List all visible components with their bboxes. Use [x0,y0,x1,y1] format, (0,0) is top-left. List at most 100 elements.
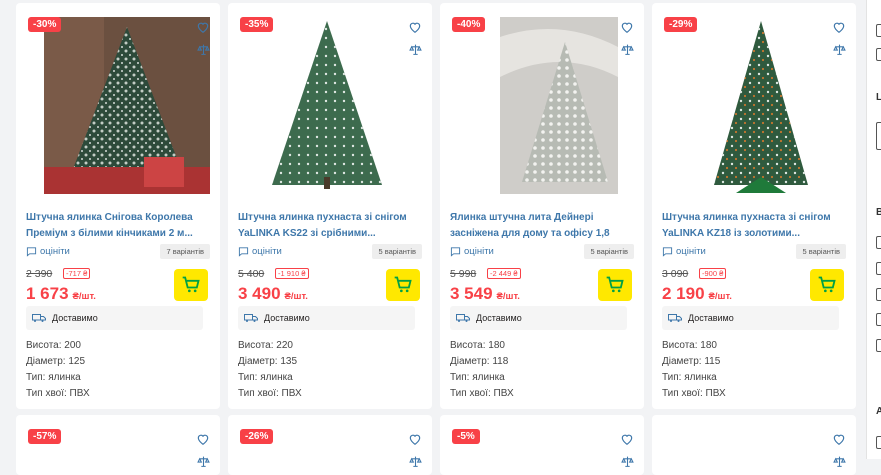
product-title-link[interactable]: Ялинка штучна лита Дейнері засніжена для… [450,210,625,242]
product-image[interactable] [242,17,412,194]
rate-link[interactable]: оцініти [450,246,494,257]
filter-section-title: A [876,406,881,417]
add-to-cart-button[interactable] [810,269,844,301]
discount-badge: -29% [664,17,698,32]
product-card[interactable]: -29% Штучна ялинка пухнаста зі снігом Ya… [652,3,856,409]
delivery-label: Доставимо [688,313,734,323]
product-card[interactable]: -35% Штучна ялинка пухнаста зі снігом Ya… [228,3,432,409]
rate-label: оцініти [464,246,494,257]
product-title-link[interactable]: Штучна ялинка пухнаста зі снігом YaLINKA… [238,210,413,242]
add-to-cart-button[interactable] [598,269,632,301]
product-card[interactable]: -40% Ялинка штучна лита Дейнері засніжен… [440,3,644,409]
cart-icon [606,276,624,293]
product-image[interactable] [44,17,210,194]
scale-icon[interactable] [833,455,846,468]
product-card[interactable]: -26% [228,415,432,475]
spec-height: Висота: 180 [450,340,505,351]
filter-checkbox[interactable] [876,288,881,301]
discount-badge: -35% [240,17,274,32]
product-card[interactable]: -5% [440,415,644,475]
scale-icon[interactable] [621,43,634,56]
delivery-label: Доставимо [52,313,98,323]
filter-checkbox[interactable] [876,339,881,352]
rate-link[interactable]: оцініти [238,246,282,257]
scale-icon[interactable] [197,455,210,468]
delivery-label: Доставимо [476,313,522,323]
scale-icon[interactable] [409,43,422,56]
product-title-link[interactable]: Штучна ялинка пухнаста зі снігом YaLINKA… [662,210,837,242]
heart-icon[interactable] [408,20,422,34]
spec-needle: Тип хвої: ПВХ [26,388,90,399]
delivery-info: Доставимо [450,306,627,330]
filter-checkbox[interactable] [876,262,881,275]
scale-icon[interactable] [833,43,846,56]
heart-icon[interactable] [196,432,210,446]
delivery-info: Доставимо [662,306,839,330]
filter-checkbox[interactable] [876,436,881,449]
rate-label: оцініти [40,246,70,257]
old-price: 5 998 [450,268,477,280]
filter-checkbox[interactable] [876,24,881,37]
discount-amount: -1 910 ₴ [275,268,309,279]
rate-label: оцініти [252,246,282,257]
product-image[interactable] [666,17,836,194]
filter-input[interactable] [876,122,881,150]
product-specs: Висота: 180 Діаметр: 118 Тип: ялинка Тип… [450,338,514,402]
discount-badge: -5% [452,429,480,444]
variants-button[interactable]: 5 варіантів [796,244,846,259]
spec-diameter: Діаметр: 115 [662,356,721,367]
delivery-info: Доставимо [26,306,203,330]
heart-icon[interactable] [832,432,846,446]
spec-diameter: Діаметр: 135 [238,356,298,367]
add-to-cart-button[interactable] [386,269,420,301]
rate-link[interactable]: оцініти [662,246,706,257]
filter-section-title: L [876,92,881,103]
product-card[interactable]: -30% Штучна ялинка Снігова Королева Прем… [16,3,220,409]
product-specs: Висота: 200 Діаметр: 125 Тип: ялинка Тип… [26,338,90,402]
spec-diameter: Діаметр: 125 [26,356,86,367]
truck-icon [244,314,258,322]
heart-icon[interactable] [196,20,210,34]
comment-icon [662,247,673,257]
old-price: 3 090 [662,268,689,280]
discount-amount: -717 ₴ [63,268,91,279]
spec-type: Тип: ялинка [662,372,717,383]
heart-icon[interactable] [620,432,634,446]
filter-checkbox[interactable] [876,236,881,249]
spec-height: Висота: 220 [238,340,293,351]
product-card[interactable]: -57% [16,415,220,475]
scale-icon[interactable] [621,455,634,468]
rate-link[interactable]: оцініти [26,246,70,257]
product-title-link[interactable]: Штучна ялинка Снігова Королева Преміум з… [26,210,201,242]
scale-icon[interactable] [409,455,422,468]
price: 3 549 ₴/шт. [450,284,520,303]
add-to-cart-button[interactable] [174,269,208,301]
variants-button[interactable]: 7 варіантів [160,244,210,259]
spec-type: Тип: ялинка [450,372,505,383]
filter-checkbox[interactable] [876,313,881,326]
spec-type: Тип: ялинка [26,372,81,383]
price: 2 190 ₴/шт. [662,284,732,303]
price: 1 673 ₴/шт. [26,284,96,303]
product-grid: -30% Штучна ялинка Снігова Королева Прем… [16,0,862,475]
truck-icon [456,314,470,322]
discount-badge: -30% [28,17,62,32]
variants-button[interactable]: 5 варіантів [372,244,422,259]
cart-icon [818,276,836,293]
variants-button[interactable]: 5 варіантів [584,244,634,259]
truck-icon [668,314,682,322]
discount-badge: -26% [240,429,274,444]
product-card[interactable] [652,415,856,475]
heart-icon[interactable] [408,432,422,446]
heart-icon[interactable] [620,20,634,34]
discount-badge: -57% [28,429,62,444]
product-image[interactable] [500,17,618,194]
heart-icon[interactable] [832,20,846,34]
delivery-info: Доставимо [238,306,415,330]
discount-badge: -40% [452,17,486,32]
filter-checkbox[interactable] [876,48,881,61]
old-price: 2 390 [26,268,53,280]
scale-icon[interactable] [197,43,210,56]
spec-needle: Тип хвої: ПВХ [450,388,514,399]
truck-icon [32,314,46,322]
